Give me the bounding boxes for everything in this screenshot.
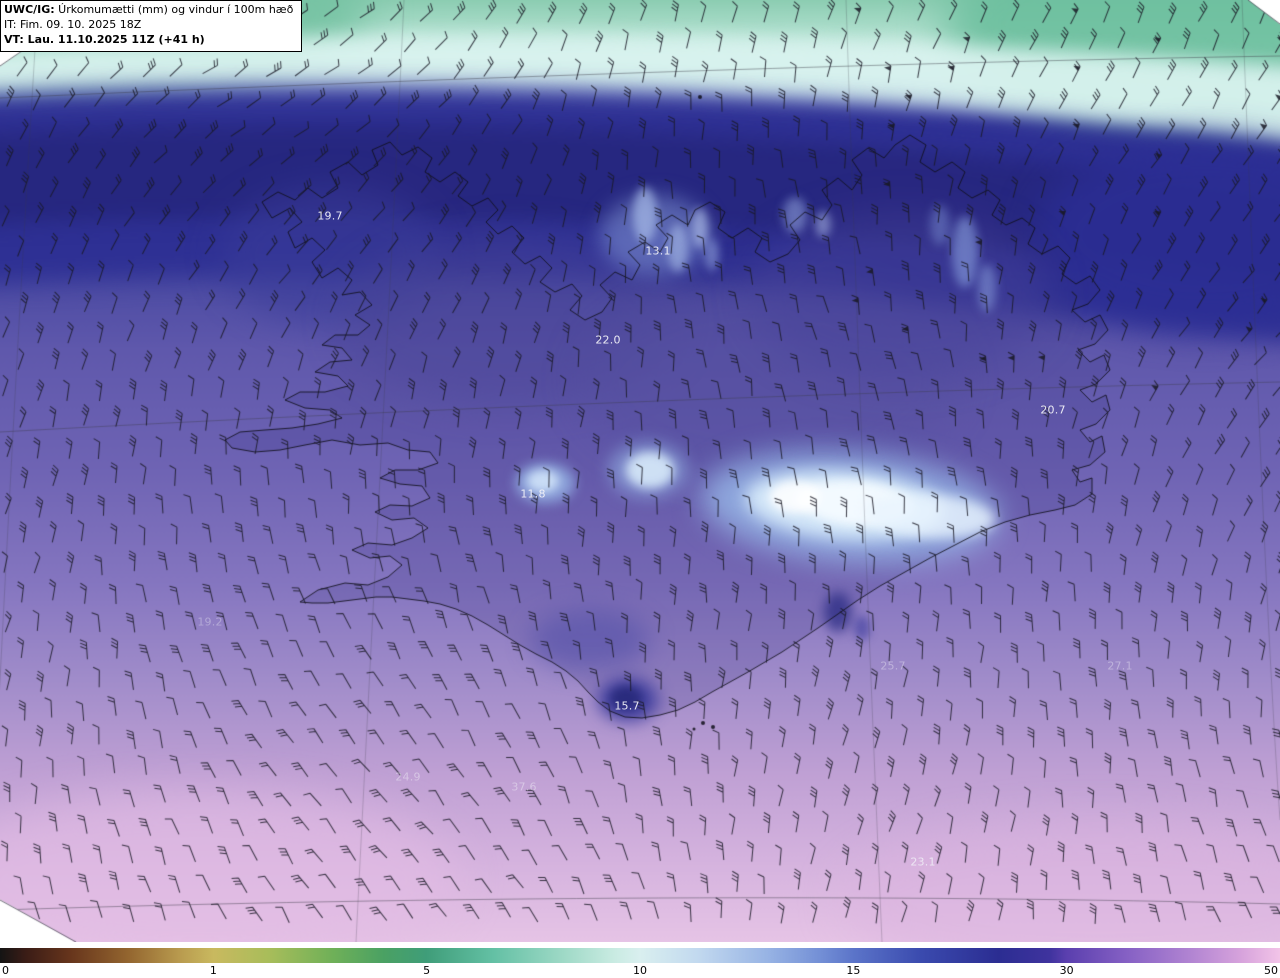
forecast-title-box: UWC/IG: Úrkomumætti (mm) og vindur í 100… [0, 0, 303, 52]
colorbar-tick: 0 [2, 964, 9, 977]
init-time: IT: Fim. 09. 10. 2025 18Z [4, 17, 142, 31]
colorbar-tick-labels: 0 1 5 10 15 30 50 [0, 964, 1280, 978]
valid-time: VT: Lau. 11.10.2025 11Z (+41 h) [4, 32, 205, 46]
weather-map-screen: 19.7 13.1 22.0 20.7 11.8 15.7 23.1 24.9 37.6 25.7… [0, 0, 1280, 978]
model-name: UWC/IG: [4, 3, 55, 16]
colorbar-tick: 50 [1264, 964, 1278, 977]
colorbar-tick: 10 [633, 964, 647, 977]
weather-field-canvas [0, 0, 1280, 942]
map-title: Úrkomumætti (mm) og vindur í 100m hæð [54, 3, 294, 16]
map-area: 19.7 13.1 22.0 20.7 11.8 15.7 23.1 24.9 37.6 25.7… [0, 0, 1280, 942]
colorbar-tick: 30 [1059, 964, 1074, 977]
colorbar-tick: 1 [209, 964, 217, 977]
colorbar: 0 1 5 10 15 30 50 [0, 942, 1280, 978]
colorbar-tick: 5 [423, 964, 431, 977]
title-line-1: UWC/IG: Úrkomumætti (mm) og vindur í 100… [4, 3, 293, 18]
colorbar-gradient [0, 948, 1280, 963]
colorbar-tick: 15 [846, 964, 861, 977]
